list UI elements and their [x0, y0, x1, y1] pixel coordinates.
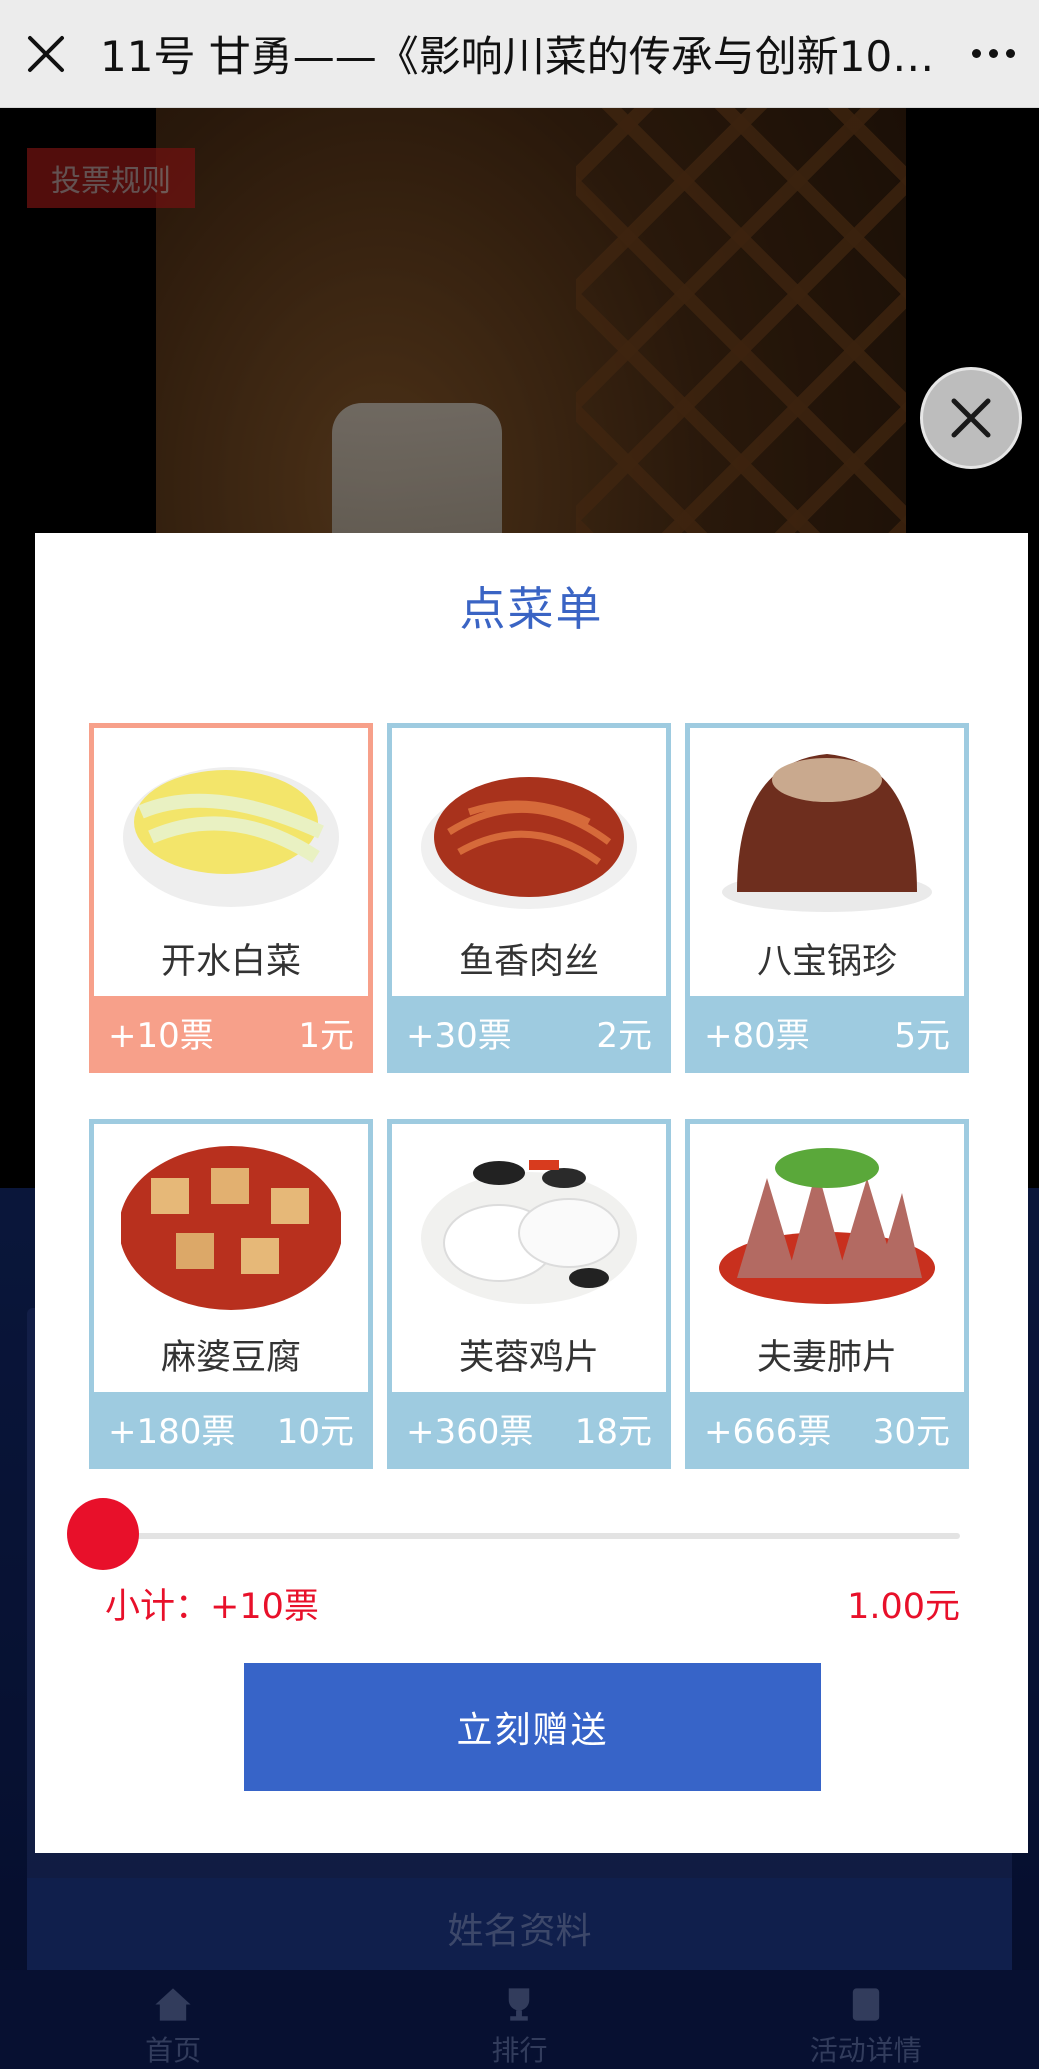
quantity-slider-handle[interactable] [67, 1498, 139, 1570]
quantity-slider-track[interactable] [135, 1533, 960, 1539]
dish-price: 5元 [894, 1015, 950, 1056]
dish-footer: +666票 30元 [690, 1392, 964, 1464]
close-icon [951, 398, 991, 438]
dish-name: 开水白菜 [160, 942, 301, 982]
dish-card[interactable]: 鱼香肉丝 +30票 2元 [387, 723, 671, 1073]
close-icon [28, 35, 64, 72]
top-nav-bar: 11号 甘勇——《影响川菜的传承与创新100... [0, 0, 1039, 108]
dish-votes: +666票 [704, 1411, 832, 1452]
dish-price: 2元 [596, 1015, 652, 1056]
dish-grid: 开水白菜 +10票 1元 鱼香肉丝 +30票 2元 八宝锅珍 +80票 5元 麻… [89, 723, 975, 1469]
dish-name: 芙蓉鸡片 [458, 1338, 599, 1378]
more-dot-icon [971, 49, 981, 58]
dish-photo [717, 1138, 937, 1310]
page-title: 11号 甘勇——《影响川菜的传承与创新100... [100, 32, 947, 81]
dish-name: 八宝锅珍 [756, 942, 897, 982]
modal-close-button[interactable] [920, 367, 1022, 469]
close-page-button[interactable] [0, 0, 92, 108]
send-gift-button[interactable]: 立刻赠送 [244, 1663, 821, 1791]
dish-footer: +80票 5元 [690, 996, 964, 1068]
page: 11号 甘勇——《影响川菜的传承与创新100... 投票规则 姓名资料 首页 排… [0, 0, 1039, 2069]
dish-card[interactable]: 麻婆豆腐 +180票 10元 [89, 1119, 373, 1469]
more-dot-icon [988, 49, 998, 58]
dish-name: 夫妻肺片 [756, 1338, 897, 1378]
dish-card[interactable]: 夫妻肺片 +666票 30元 [685, 1119, 969, 1469]
dish-price: 10元 [276, 1411, 354, 1452]
dish-card[interactable]: 开水白菜 +10票 1元 [89, 723, 373, 1073]
dish-votes: +360票 [406, 1411, 534, 1452]
dish-card[interactable]: 芙蓉鸡片 +360票 18元 [387, 1119, 671, 1469]
dish-photo [419, 1138, 639, 1310]
dish-photo [419, 742, 639, 914]
dish-votes: +80票 [704, 1015, 810, 1056]
dish-footer: +360票 18元 [392, 1392, 666, 1464]
subtotal-price: 1.00元 [847, 1587, 960, 1627]
modal-title: 点菜单 [459, 582, 604, 636]
dish-footer: +30票 2元 [392, 996, 666, 1068]
dish-price: 1元 [298, 1015, 354, 1056]
more-dot-icon [1005, 49, 1015, 58]
dish-photo [121, 1138, 341, 1310]
order-menu-modal: 点菜单 开水白菜 +10票 1元 鱼香肉丝 +30票 2元 八宝锅珍 +80票 … [35, 533, 1028, 1853]
dish-price: 18元 [574, 1411, 652, 1452]
dish-name: 鱼香肉丝 [458, 942, 599, 982]
subtotal-votes: 小计：+10票 [105, 1587, 319, 1627]
dish-price: 30元 [872, 1411, 950, 1452]
more-menu-button[interactable] [947, 0, 1039, 108]
dish-photo [121, 742, 341, 914]
dish-votes: +10票 [108, 1015, 214, 1056]
dish-card[interactable]: 八宝锅珍 +80票 5元 [685, 723, 969, 1073]
dish-footer: +10票 1元 [94, 996, 368, 1068]
dish-votes: +180票 [108, 1411, 236, 1452]
dish-votes: +30票 [406, 1015, 512, 1056]
dish-name: 麻婆豆腐 [160, 1338, 301, 1378]
dish-footer: +180票 10元 [94, 1392, 368, 1464]
dish-photo [717, 742, 937, 914]
